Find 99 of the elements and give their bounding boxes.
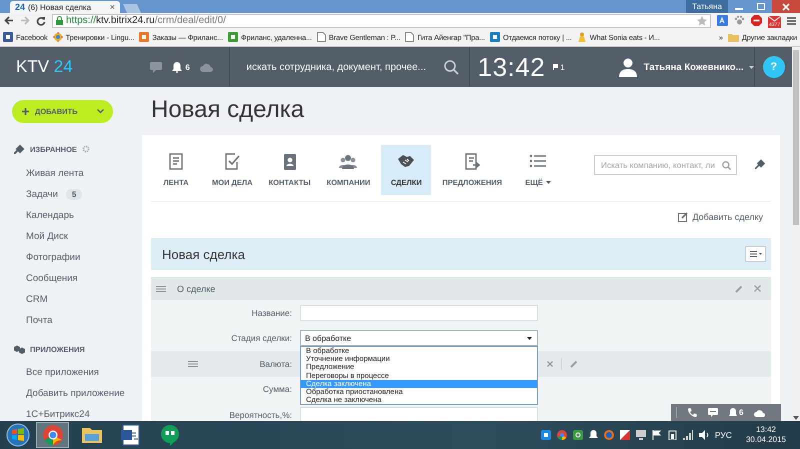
bell-icon[interactable] [729, 408, 737, 417]
drag-handle-icon[interactable] [156, 286, 166, 292]
menu-icon[interactable] [787, 16, 796, 24]
text-field[interactable] [300, 304, 538, 321]
caret-icon[interactable] [749, 66, 754, 68]
flag-icon [553, 64, 558, 70]
tab-title: (6) Новая сделка [28, 2, 92, 12]
form-title: Новая сделка [162, 246, 245, 262]
field-label: Валюта: [258, 358, 292, 369]
clock: 13:42 [478, 52, 546, 82]
maximize-icon[interactable] [757, 3, 765, 10]
sidebar-item[interactable]: Фотографии [26, 252, 80, 262]
section-title: О сделке [177, 284, 216, 294]
translate-icon[interactable] [717, 15, 728, 26]
scrollbar-thumb[interactable] [793, 50, 799, 225]
menu-icon [750, 251, 762, 257]
browser-tray-icon[interactable] [556, 430, 567, 440]
counter-badge: 5 [66, 188, 82, 200]
search-field[interactable]: Искать компанию, контакт, ли [594, 155, 737, 175]
page-icon [405, 32, 414, 42]
sidebar-item[interactable]: Почта [26, 314, 52, 326]
chat-bubble-icon [158, 424, 180, 446]
menu-button[interactable] [745, 246, 766, 262]
edit-icon [678, 212, 688, 222]
field-label: Название: [250, 308, 292, 318]
drag-handle-icon[interactable] [188, 360, 198, 367]
back-icon[interactable] [4, 16, 14, 25]
sunburst-icon [52, 32, 63, 42]
sync-tray-icon[interactable] [572, 430, 583, 440]
handshake-icon [397, 153, 416, 170]
taskbar-button[interactable] [36, 422, 69, 448]
flag-count: 1 [560, 62, 565, 72]
sidebar-item[interactable]: Задачи [26, 188, 58, 200]
list-icon [529, 153, 548, 170]
plus-icon [22, 108, 29, 115]
pin-icon[interactable] [755, 159, 765, 169]
search-icon[interactable] [444, 60, 459, 74]
field-label: Сумма: [262, 384, 292, 394]
flag-icon[interactable] [652, 430, 662, 440]
tab-favicon: 24 [15, 2, 26, 12]
monitor-tray-icon[interactable] [636, 430, 646, 440]
sidebar-item[interactable]: 1С+Битрикс24 [26, 408, 90, 420]
cubes-icon [14, 344, 25, 354]
sidebar-item[interactable]: Живая лента [26, 168, 84, 178]
pin-icon [14, 144, 25, 154]
figure-icon [576, 32, 587, 42]
sidebar-item[interactable]: CRM [26, 294, 48, 304]
notification-count: 6 [185, 62, 190, 72]
add-deal-link[interactable]: Добавить сделку [678, 212, 763, 222]
notification-count: 6 [739, 408, 744, 417]
sidebar-item[interactable]: Календарь [26, 210, 74, 220]
page-icon [316, 32, 326, 42]
browser-tab[interactable]: 24 (6) Новая сделка × [10, 1, 120, 13]
taskbar-time[interactable]: 13:42 [756, 425, 776, 435]
caret-icon [527, 336, 532, 340]
language-indicator[interactable]: РУС [714, 430, 732, 440]
close-icon[interactable] [547, 360, 553, 367]
lock-icon [56, 16, 63, 25]
reload-icon[interactable] [36, 16, 46, 26]
bell-icon[interactable] [172, 62, 182, 72]
document-arrow-icon [463, 153, 482, 170]
address-bar[interactable]: https://ktv.bitrix24.ru/crm/deal/edit/0/ [52, 14, 711, 28]
chat-icon[interactable] [708, 408, 718, 417]
cloud-icon[interactable] [754, 408, 766, 416]
flag-tray-icon[interactable] [620, 430, 630, 440]
sidebar-item[interactable]: Сообщения [26, 272, 78, 284]
document-icon [167, 153, 185, 170]
sidebar-item[interactable]: Добавить приложение [26, 388, 125, 398]
page-title: Новая сделка [150, 95, 306, 125]
document-icon [120, 424, 142, 446]
profile-button[interactable]: Татьяна [686, 0, 728, 13]
sidebar-item[interactable]: Все приложения [26, 366, 99, 378]
user-name[interactable]: Татьяна Кожевнико... [644, 62, 744, 72]
search-icon [722, 160, 731, 170]
start-button[interactable] [6, 423, 30, 447]
select-field[interactable]: В обработке [300, 330, 538, 346]
ring-tray-icon[interactable] [604, 430, 614, 440]
field-label: Стадия сделки: [230, 333, 292, 344]
star-icon[interactable] [697, 16, 707, 26]
checklist-icon [223, 153, 242, 170]
field-label: Вероятность,%: [228, 410, 292, 420]
app-tray-icon[interactable] [540, 430, 551, 440]
chevron-icon [97, 109, 104, 114]
speaker-icon[interactable] [698, 430, 709, 440]
signal-icon[interactable] [682, 430, 693, 440]
browser-icon [42, 424, 64, 446]
search-field[interactable]: искать сотрудника, документ, прочее... [246, 62, 436, 72]
phone-icon[interactable] [688, 408, 697, 417]
stop-sign-icon[interactable] [751, 15, 762, 26]
text-field[interactable] [300, 406, 538, 421]
people-icon [339, 153, 358, 170]
paw-icon[interactable] [734, 15, 745, 26]
logo: KTV 24 [15, 57, 74, 77]
folder-icon [728, 32, 739, 42]
bell-tray-icon[interactable] [588, 430, 598, 440]
tab-close-button[interactable]: × [110, 2, 115, 12]
sidebar-item[interactable]: Мой Диск [26, 230, 68, 242]
avatar-icon [618, 57, 638, 77]
taskbar-date[interactable]: 30.04.2015 [746, 435, 786, 445]
